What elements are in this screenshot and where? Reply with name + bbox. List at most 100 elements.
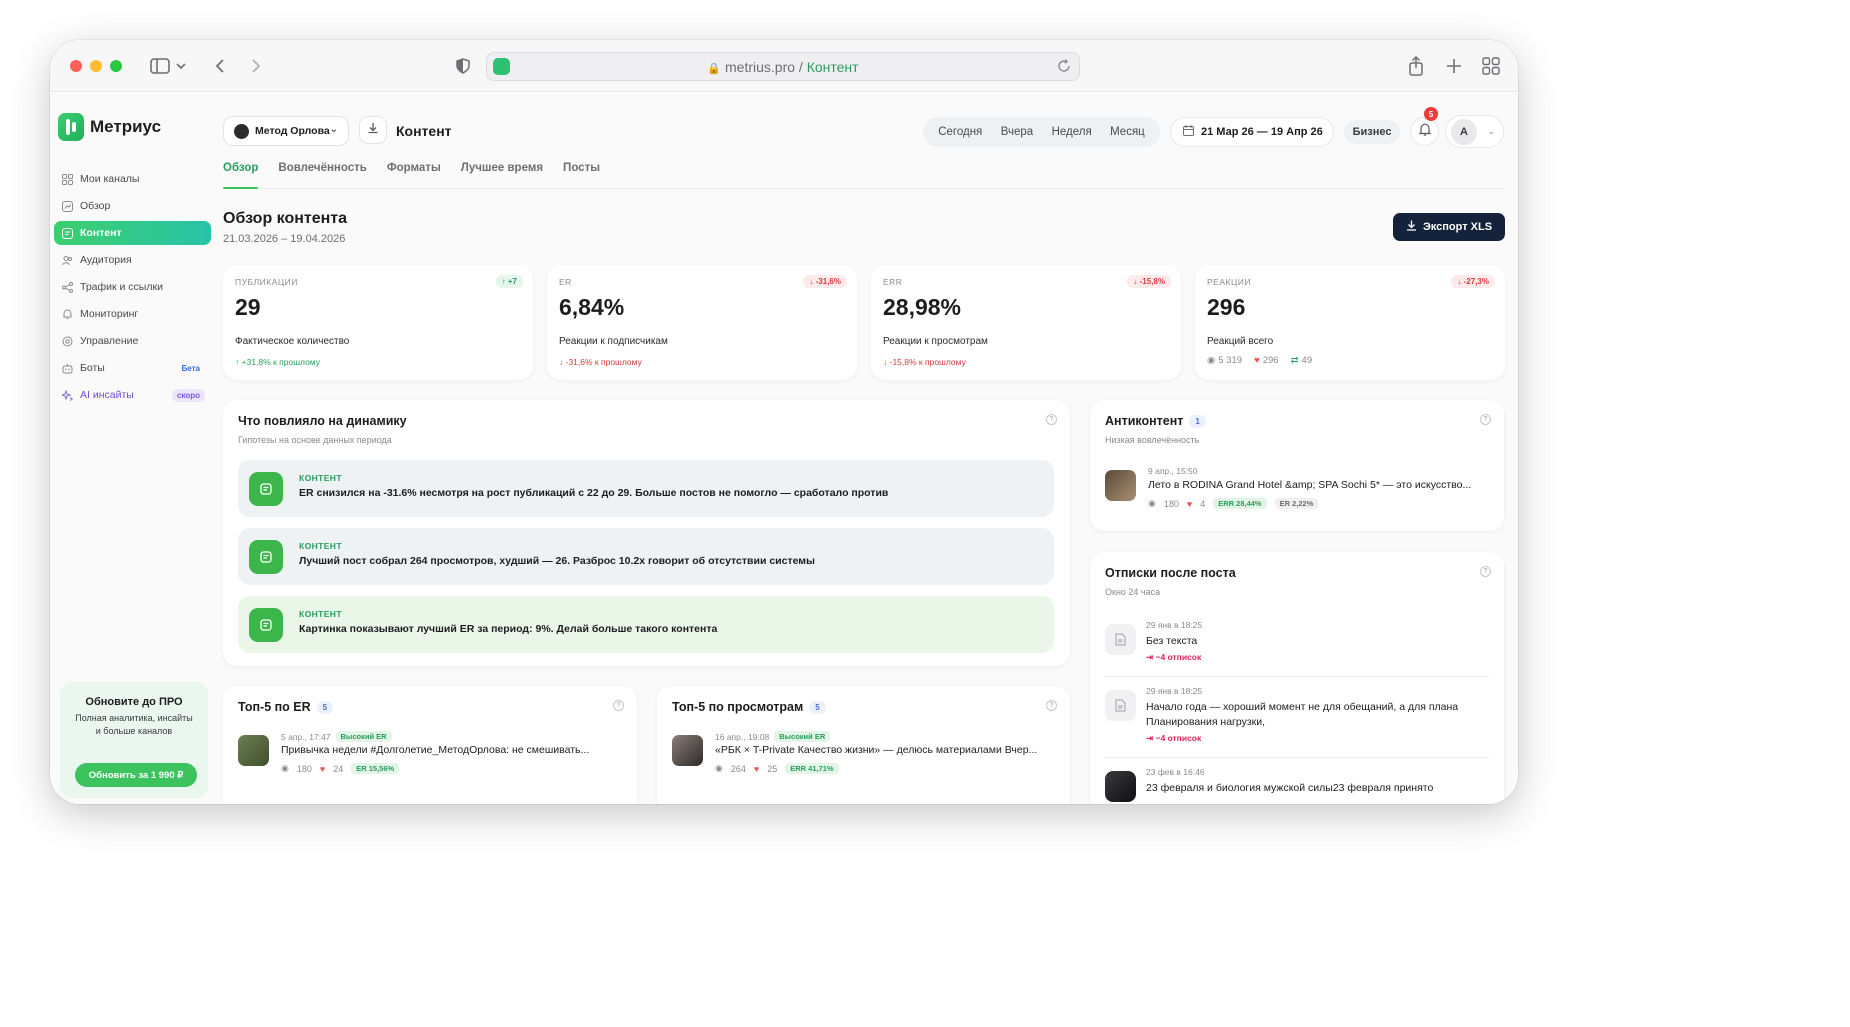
stat-value: 29: [235, 294, 261, 320]
likes-count: 4: [1200, 498, 1206, 509]
help-icon[interactable]: ?: [1480, 414, 1491, 425]
eye-icon: ◉: [281, 763, 289, 773]
minimize-window-button[interactable]: [90, 60, 102, 72]
sidebar-item-monitoring[interactable]: Мониторинг: [54, 302, 211, 326]
close-window-button[interactable]: [70, 60, 82, 72]
panel-title-text: Отписки после поста: [1105, 566, 1236, 580]
stat-label: ER: [559, 277, 572, 287]
sidebar-item-channels[interactable]: Мои каналы: [54, 167, 211, 191]
share-icon[interactable]: [1404, 54, 1428, 78]
address-bar[interactable]: 🔒 metrius.pro / Контент: [486, 52, 1080, 81]
sidebar-item-audience[interactable]: Аудитория: [54, 248, 211, 272]
hypothesis-text: ER снизился на -31.6% несмотря на рост п…: [299, 487, 889, 499]
help-icon[interactable]: ?: [1046, 700, 1057, 711]
list-item[interactable]: 5 апр., 17:47 Высокий ER Привычка недели …: [238, 731, 622, 781]
sidebar-item-overview[interactable]: Обзор: [54, 194, 211, 218]
tab-posts[interactable]: Посты: [563, 161, 600, 188]
plan-badge[interactable]: Бизнес: [1344, 120, 1400, 144]
app-logo[interactable]: Метриус: [58, 113, 161, 141]
zoom-window-button[interactable]: [110, 60, 122, 72]
notifications-button[interactable]: [1410, 117, 1439, 146]
list-item[interactable]: 9 апр., 15:50 Лето в RODINA Grand Hotel …: [1105, 466, 1489, 516]
repost-icon: ⇄: [1290, 355, 1299, 366]
post-thumbnail: [238, 735, 269, 766]
post-stats: ◉ 264 ♥ 25 ERR 41,71%: [715, 763, 839, 774]
channel-selector[interactable]: Метод Орлова ⌄: [223, 116, 349, 146]
channel-avatar: [234, 123, 249, 139]
help-icon[interactable]: ?: [1046, 414, 1057, 425]
sidebar-item-traffic[interactable]: Трафик и ссылки: [54, 275, 211, 299]
browser-toolbar: 🔒 metrius.pro / Контент: [50, 40, 1518, 92]
soon-badge: скоро: [171, 388, 205, 402]
stat-label: РЕАКЦИИ: [1207, 277, 1251, 287]
anticontent-panel: Антиконтент 1 Низкая вовлечённость ? 9 ап…: [1090, 400, 1504, 531]
post-date: 23 фев в 16:46: [1146, 767, 1205, 777]
period-yesterday[interactable]: Вчера: [1001, 126, 1033, 138]
high-er-badge: Высокий ER: [335, 731, 392, 742]
divider: [1105, 676, 1489, 677]
url-separator: /: [795, 59, 807, 75]
sidebar-item-bots[interactable]: Боты Бета: [54, 356, 211, 380]
likes-count: 296: [1262, 355, 1279, 366]
list-item[interactable]: 29 янв в 18:25 Начало года — хороший мом…: [1105, 686, 1489, 752]
upgrade-button[interactable]: Обновить за 1 990 ₽: [75, 763, 197, 787]
stat-comparison-text: -31,6% к прошлому: [565, 357, 642, 367]
reload-icon[interactable]: [1057, 59, 1071, 78]
hypothesis-item: КОНТЕНТ Картинка показывают лучший ER за…: [238, 596, 1054, 653]
stat-card-reactions: РЕАКЦИИ ↓ -27,3% 296 Реакций всего ◉ 5 31…: [1195, 265, 1505, 380]
new-tab-icon[interactable]: [1442, 54, 1466, 78]
help-icon[interactable]: ?: [1480, 566, 1491, 577]
stat-value: 296: [1207, 294, 1246, 320]
date-range-picker[interactable]: 21 Мар 26 — 19 Апр 26: [1170, 117, 1334, 147]
unsubscribe-count-text: −4 отписок: [1155, 652, 1202, 662]
url-path: Контент: [806, 59, 859, 75]
stat-description: Реакции к подписчикам: [559, 336, 668, 347]
list-item[interactable]: 29 янв в 18:25 Без текста ⇥ −4 отписок: [1105, 620, 1489, 670]
sidebar-item-label: Мои каналы: [80, 173, 140, 185]
list-item[interactable]: 16 апр., 19:08 Высокий ER «РБК × T-Privat…: [672, 731, 1055, 781]
hypothesis-category: КОНТЕНТ: [299, 541, 342, 551]
tab-overview-icon[interactable]: [1479, 54, 1503, 78]
download-icon: [1406, 220, 1417, 234]
privacy-shield-icon[interactable]: [451, 54, 475, 78]
chevron-down-icon[interactable]: [174, 54, 188, 78]
list-item[interactable]: 23 фев в 16:46 23 февраля и биология муж…: [1105, 767, 1489, 804]
sidebar-item-label: AI инсайты: [80, 389, 134, 401]
sidebar-item-label: Трафик и ссылки: [80, 281, 163, 293]
reaction-metrics: ◉ 5 319 ♥ 296 ⇄ 49: [1207, 355, 1312, 366]
document-icon: [1105, 690, 1136, 721]
bell-icon: [61, 308, 73, 320]
tab-formats[interactable]: Форматы: [387, 161, 441, 188]
period-today[interactable]: Сегодня: [938, 126, 982, 138]
tab-overview[interactable]: Обзор: [223, 161, 259, 189]
eye-icon: ◉: [1148, 498, 1156, 508]
help-icon[interactable]: ?: [613, 700, 624, 711]
sidebar-item-management[interactable]: Управление: [54, 329, 211, 353]
count-badge: 1: [1189, 414, 1206, 428]
post-thumbnail: [1105, 470, 1136, 501]
sidebar-item-label: Мониторинг: [80, 308, 139, 320]
user-menu[interactable]: А ⌄: [1445, 115, 1504, 148]
stat-label: ПУБЛИКАЦИИ: [235, 277, 298, 287]
period-week[interactable]: Неделя: [1052, 126, 1092, 138]
back-icon[interactable]: [208, 54, 232, 78]
tab-best-time[interactable]: Лучшее время: [461, 161, 543, 188]
stat-value: 28,98%: [883, 294, 962, 320]
post-stats: ◉ 180 ♥ 24 ER 15,56%: [281, 763, 400, 774]
download-button[interactable]: [359, 116, 387, 144]
period-month[interactable]: Месяц: [1110, 126, 1145, 138]
stat-comparison-text: -15,8% к прошлому: [889, 357, 966, 367]
bell-icon: [1418, 123, 1431, 141]
sparkle-icon: [61, 389, 73, 401]
hypothesis-category: КОНТЕНТ: [299, 609, 342, 619]
sidebar-toggle-icon[interactable]: [148, 54, 172, 78]
stat-card-er: ER ↓ -31,6% 6,84% Реакции к подписчикам …: [547, 265, 857, 380]
post-text: 23 февраля и биология мужской силы23 фев…: [1146, 782, 1434, 794]
export-xls-button[interactable]: Экспорт XLS: [1393, 213, 1505, 241]
url-text[interactable]: 🔒 metrius.pro / Контент: [487, 59, 1079, 75]
tab-engagement[interactable]: Вовлечённость: [278, 161, 366, 188]
sidebar-item-content[interactable]: Контент: [54, 221, 211, 245]
sidebar-item-ai-insights[interactable]: AI инсайты скоро: [54, 383, 211, 407]
forward-icon[interactable]: [244, 54, 268, 78]
notification-count-badge: 5: [1424, 107, 1438, 121]
